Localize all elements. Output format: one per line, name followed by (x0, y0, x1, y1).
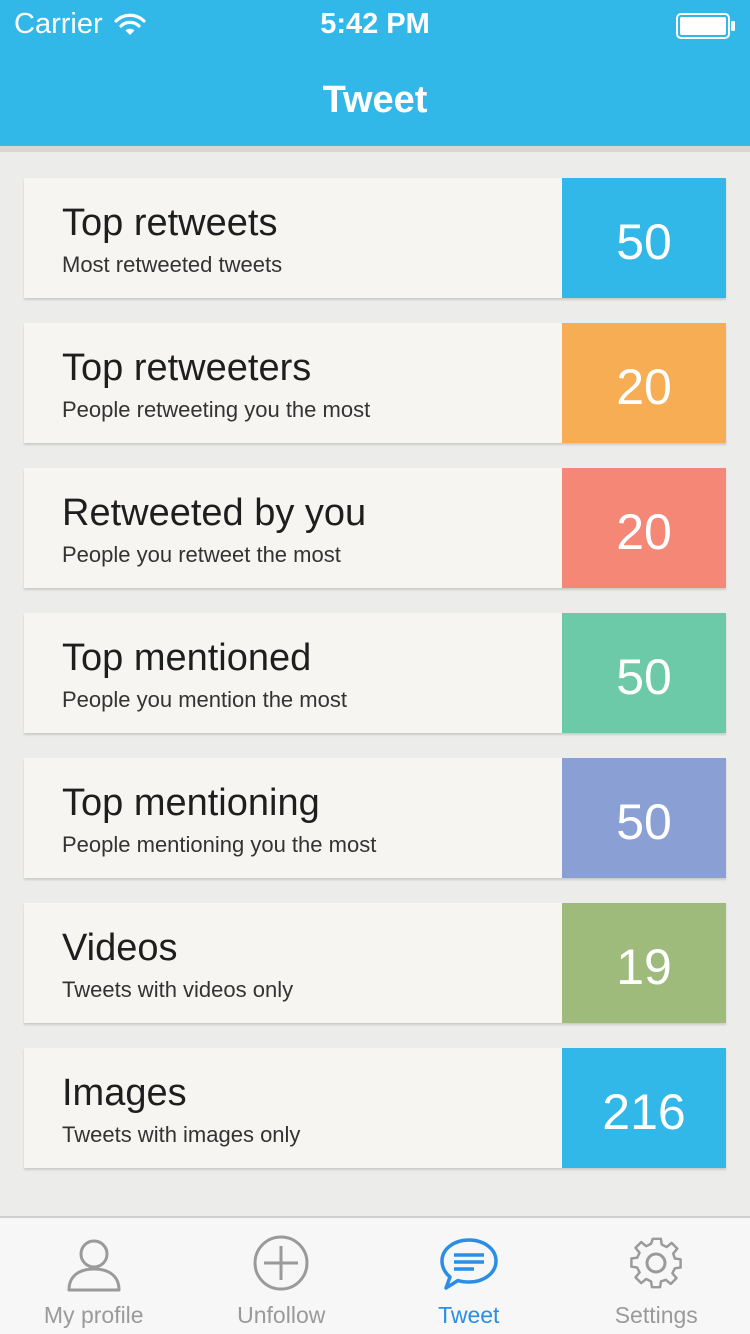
tab-label: Settings (614, 1302, 698, 1328)
card-subtitle: People you retweet the most (62, 542, 341, 567)
card-subtitle: People you mention the most (62, 687, 347, 712)
stat-card-top-mentioned[interactable]: Top mentioned People you mention the mos… (24, 613, 726, 733)
person-icon (67, 1239, 121, 1292)
speech-bubble-icon (440, 1238, 498, 1290)
status-bar: Carrier 5:42 PM (0, 0, 750, 52)
status-time: 5:42 PM (320, 8, 430, 40)
tab-label: Unfollow (237, 1302, 326, 1328)
count-badge: 19 (562, 903, 726, 1023)
tab-tweet[interactable]: Tweet (375, 1218, 563, 1334)
card-title: Retweeted by you (62, 492, 367, 534)
card-title: Images (62, 1072, 187, 1114)
gear-icon (630, 1237, 683, 1289)
card-subtitle: Tweets with videos only (62, 977, 294, 1002)
stats-list: Top retweets Most retweeted tweets 50 To… (24, 178, 726, 1193)
card-title: Videos (62, 927, 178, 969)
tab-unfollow[interactable]: Unfollow (188, 1218, 376, 1334)
card-title: Top retweets (62, 202, 278, 244)
card-title: Top mentioned (62, 637, 312, 679)
stat-card-top-retweets[interactable]: Top retweets Most retweeted tweets 50 (24, 178, 726, 298)
stat-card-top-mentioning[interactable]: Top mentioning People mentioning you the… (24, 758, 726, 878)
count-badge: 50 (562, 178, 726, 298)
page-title: Tweet (322, 79, 428, 121)
tab-label: My profile (43, 1302, 144, 1328)
count-badge: 20 (562, 468, 726, 588)
tab-label: Tweet (438, 1302, 500, 1328)
tab-my-profile[interactable]: My profile (0, 1218, 188, 1334)
tab-bar: My profile Unfollow Tweet Settings (0, 1216, 750, 1334)
plus-circle-icon (253, 1235, 309, 1291)
stat-card-images[interactable]: Images Tweets with images only 216 (24, 1048, 726, 1168)
count-badge: 216 (562, 1048, 726, 1168)
battery-icon (676, 13, 735, 39)
stat-card-retweeted-by-you[interactable]: Retweeted by you People you retweet the … (24, 468, 726, 588)
card-title: Top retweeters (62, 347, 312, 389)
card-subtitle: Most retweeted tweets (62, 252, 283, 277)
card-title: Top mentioning (62, 782, 320, 824)
count-badge: 50 (562, 758, 726, 878)
tab-settings[interactable]: Settings (563, 1218, 750, 1334)
count-badge: 50 (562, 613, 726, 733)
count-badge: 20 (562, 323, 726, 443)
nav-divider (0, 146, 750, 152)
card-subtitle: Tweets with images only (62, 1122, 301, 1147)
card-subtitle: People retweeting you the most (62, 397, 371, 422)
stat-card-top-retweeters[interactable]: Top retweeters People retweeting you the… (24, 323, 726, 443)
card-subtitle: People mentioning you the most (62, 832, 377, 857)
stat-card-videos[interactable]: Videos Tweets with videos only 19 (24, 903, 726, 1023)
navigation-bar: Tweet (0, 52, 750, 146)
